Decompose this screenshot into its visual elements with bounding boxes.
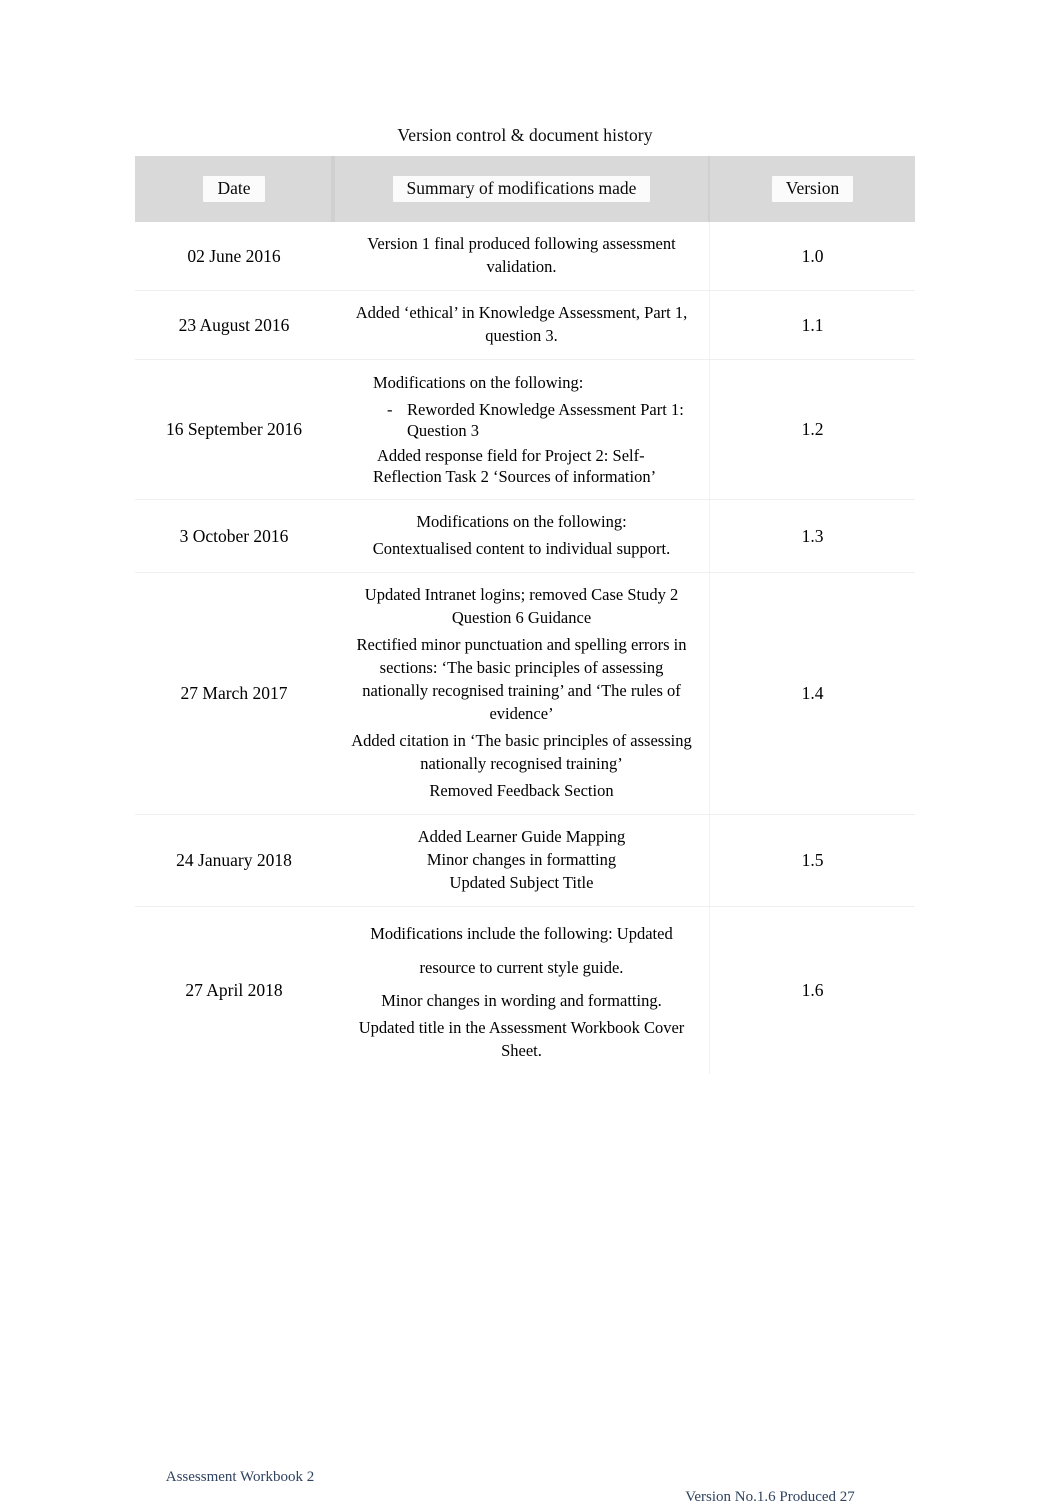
footer-version-note: Version No.1.6 Produced 27 — [685, 1489, 855, 1505]
table-row: 23 August 2016 Added ‘ethical’ in Knowle… — [135, 290, 915, 360]
cell-summary: Modifications include the following: Upd… — [333, 907, 710, 1075]
column-header-date-label: Date — [203, 176, 265, 202]
cell-summary: Modifications on the following: Contextu… — [333, 500, 710, 573]
summary-paragraph: Updated title in the Assessment Workbook… — [358, 1018, 685, 1060]
page-title: Version control & document history — [397, 125, 653, 145]
summary-bullet-text: Reworded Knowledge Assessment Part 1: Qu… — [407, 400, 684, 440]
column-header-summary: Summary of modifications made — [333, 156, 710, 222]
summary-paragraph: Minor changes in wording and formatting. — [381, 991, 662, 1010]
column-header-version: Version — [710, 156, 915, 222]
footer-document-name: Assessment Workbook 2 — [165, 1469, 315, 1485]
summary-paragraph: Modifications on the following: — [416, 512, 627, 531]
table-row: 24 January 2018 Added Learner Guide Mapp… — [135, 814, 915, 907]
summary-paragraph: Added response field for Project 2: Self… — [373, 446, 657, 486]
summary-paragraph: Modifications include the following: Upd… — [370, 924, 673, 977]
cell-summary: Modifications on the following: - Reword… — [333, 360, 710, 500]
summary-paragraph: Added Learner Guide Mapping Minor change… — [417, 827, 626, 892]
cell-summary: Updated Intranet logins; removed Case St… — [333, 573, 710, 815]
table-row: 3 October 2016 Modifications on the foll… — [135, 499, 915, 573]
cell-date: 27 April 2018 — [185, 980, 283, 1000]
column-header-summary-label: Summary of modifications made — [392, 176, 651, 202]
cell-version: 1.0 — [801, 245, 824, 266]
cell-version: 1.1 — [801, 314, 824, 335]
summary-paragraph: Rectified minor punctuation and spelling… — [356, 635, 687, 723]
cell-summary: Added ‘ethical’ in Knowledge Assessment,… — [333, 291, 710, 360]
summary-bullet-item: - Reworded Knowledge Assessment Part 1: … — [345, 399, 698, 441]
cell-date: 16 September 2016 — [165, 419, 303, 439]
table-row: 02 June 2016 Version 1 final produced fo… — [135, 222, 915, 291]
summary-paragraph: Added ‘ethical’ in Knowledge Assessment,… — [355, 303, 688, 345]
document-page: Version control & document history Date … — [0, 0, 1062, 1506]
summary-paragraph: Modifications on the following: — [373, 373, 584, 392]
cell-date: 24 January 2018 — [176, 850, 292, 870]
dash-bullet-icon: - — [387, 400, 393, 419]
page-footer: Assessment Workbook 2 Version No.1.6 Pro… — [0, 1460, 1062, 1506]
cell-date: 02 June 2016 — [187, 245, 281, 266]
cell-version: 1.4 — [801, 683, 824, 703]
cell-date: 27 March 2017 — [180, 683, 288, 703]
table-header-row: Date Summary of modifications made Versi… — [135, 156, 915, 222]
cell-date: 3 October 2016 — [179, 525, 289, 546]
cell-summary: Version 1 final produced following asses… — [333, 222, 710, 291]
column-header-version-label: Version — [771, 176, 854, 202]
summary-paragraph: Updated Intranet logins; removed Case St… — [364, 585, 679, 627]
cell-version: 1.3 — [801, 525, 824, 546]
cell-version: 1.2 — [801, 419, 824, 439]
cell-summary: Added Learner Guide Mapping Minor change… — [333, 815, 710, 907]
cell-version: 1.5 — [801, 850, 824, 870]
table-row: 16 September 2016 Modifications on the f… — [135, 359, 915, 500]
summary-paragraph: Version 1 final produced following asses… — [367, 234, 676, 276]
table-row: 27 April 2018 Modifications include the … — [135, 906, 915, 1075]
table-row: 27 March 2017 Updated Intranet logins; r… — [135, 572, 915, 815]
cell-date: 23 August 2016 — [178, 314, 290, 335]
column-header-date: Date — [135, 156, 333, 222]
summary-paragraph: Removed Feedback Section — [429, 781, 614, 800]
version-control-table: Date Summary of modifications made Versi… — [135, 156, 915, 1074]
summary-paragraph: Contextualised content to individual sup… — [372, 539, 671, 558]
summary-paragraph: Added citation in ‘The basic principles … — [351, 731, 692, 773]
cell-version: 1.6 — [801, 980, 824, 1000]
